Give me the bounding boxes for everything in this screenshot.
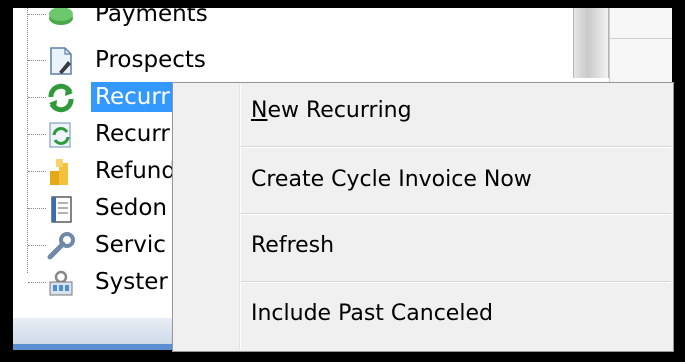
menu-separator [241,213,671,215]
menu-item-label: ew Recurring [267,98,412,123]
tree-item-label: Prospects [95,47,206,73]
refund-icon [46,157,76,187]
recurring-icon [46,83,76,113]
menu-item-create-cycle-invoice[interactable]: Create Cycle Invoice Now [243,160,679,200]
menu-item-accelerator: N [251,98,268,123]
menu-item-new-recurring[interactable]: New Recurring [243,91,679,131]
tree-item-label: Payments [95,8,208,27]
menu-item-refresh[interactable]: Refresh [243,226,679,266]
menu-icon-gutter [173,83,237,351]
sedona-icon [46,194,76,224]
tree-item-label: Recurr [95,121,170,147]
tree-item-label: Refund [95,158,176,184]
recurring-invoice-icon [46,120,76,150]
menu-item-include-past-canceled[interactable]: Include Past Canceled [243,294,679,334]
tree-scrollbar[interactable] [573,8,609,78]
tree-item-label: Servic [95,232,166,258]
tree-item-label: Syster [95,269,168,295]
menu-separator [241,281,671,283]
menu-item-label: Refresh [251,233,335,258]
tree-item-payments[interactable]: Payments [13,8,583,32]
menu-separator [241,146,671,148]
menu-item-label: Include Past Canceled [251,301,493,326]
service-icon [46,231,76,261]
context-menu: New Recurring Create Cycle Invoice Now R… [172,82,674,352]
tree-item-label: Sedon [95,195,167,221]
payments-icon [46,8,76,30]
system-icon [46,268,76,298]
prospects-icon [46,46,76,76]
tree-item-prospects[interactable]: Prospects [13,42,583,78]
menu-item-label: Create Cycle Invoice Now [251,167,532,192]
